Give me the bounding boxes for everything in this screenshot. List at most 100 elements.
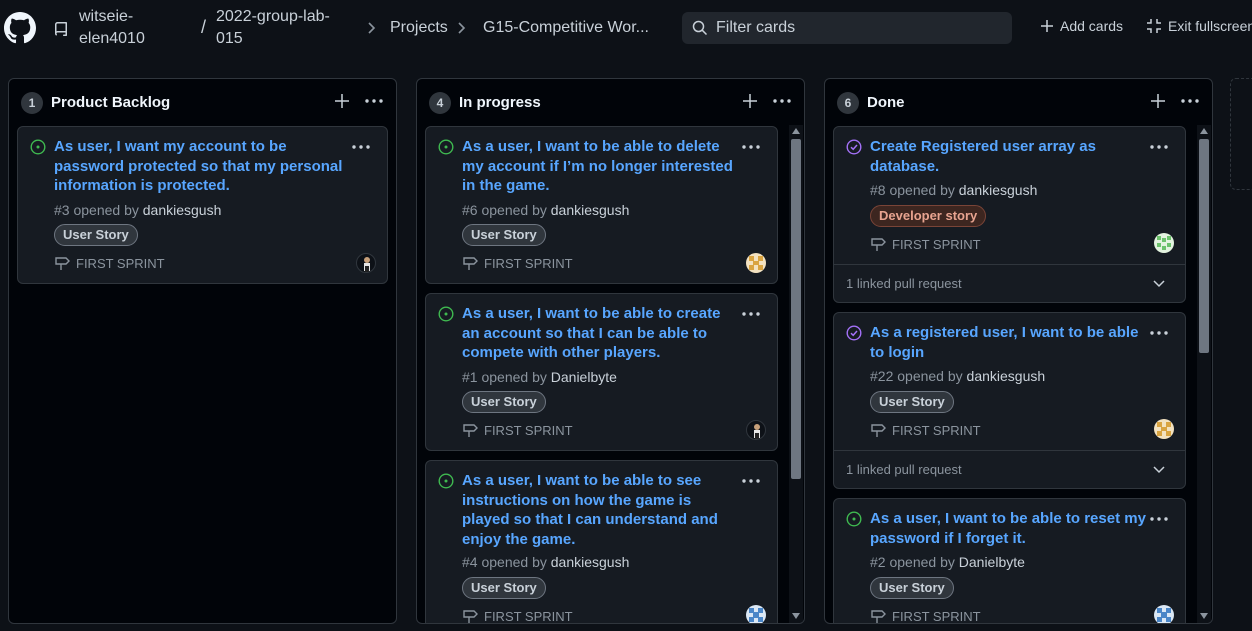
issue-author-link[interactable]: Danielbyte — [551, 369, 617, 385]
scroll-down-arrow-icon[interactable] — [792, 613, 800, 619]
column-header: 1 Product Backlog — [9, 79, 396, 125]
add-column-placeholder[interactable] — [1230, 78, 1252, 190]
search-icon — [692, 20, 708, 36]
card-more-options-icon[interactable] — [1148, 325, 1170, 341]
milestone[interactable]: FIRST SPRINT — [54, 255, 165, 271]
avatar-identicon-icon — [1157, 236, 1171, 250]
assignee-avatar[interactable] — [1154, 605, 1174, 623]
column-card-count: 1 — [21, 92, 43, 114]
milestone[interactable]: FIRST SPRINT — [462, 255, 573, 271]
linked-pull-request-toggle[interactable]: 1 linked pull request — [834, 264, 1185, 302]
add-card-plus-icon[interactable] — [334, 93, 350, 109]
milestone[interactable]: FIRST SPRINT — [870, 608, 981, 623]
column-more-options-icon[interactable] — [363, 93, 385, 109]
issue-author-link[interactable]: dankiesgush — [551, 554, 630, 570]
scroll-down-arrow-icon[interactable] — [1200, 613, 1208, 619]
issue-card[interactable]: As user, I want my account to be passwor… — [17, 126, 388, 284]
column-scrollbar[interactable] — [789, 125, 803, 623]
milestone-icon — [871, 610, 886, 623]
label-developer-story[interactable]: Developer story — [870, 205, 987, 227]
milestone-icon — [463, 424, 478, 437]
milestone[interactable]: FIRST SPRINT — [462, 608, 573, 623]
card-more-options-icon[interactable] — [1148, 511, 1170, 527]
label-user-story[interactable]: User Story — [54, 224, 138, 246]
opened-by-text: opened by — [897, 368, 963, 384]
filter-cards-input[interactable] — [716, 19, 996, 37]
issue-card[interactable]: As a user, I want to be able to reset my… — [833, 498, 1186, 623]
card-more-options-icon[interactable] — [740, 139, 762, 155]
assignee-avatar[interactable] — [746, 420, 766, 440]
issue-card[interactable]: As a user, I want to be able to create a… — [425, 293, 778, 451]
owner-link[interactable]: witseie-elen4010 — [79, 6, 189, 50]
scrollbar-thumb[interactable] — [1199, 139, 1209, 353]
issue-title-link[interactable]: As a registered user, I want to be able … — [870, 323, 1145, 362]
assignee-avatar[interactable] — [356, 253, 376, 273]
avatar-identicon-icon — [749, 256, 763, 270]
issue-card[interactable]: As a user, I want to be able to see inst… — [425, 460, 778, 623]
column-title: Done — [867, 94, 905, 111]
issue-title-link[interactable]: As a user, I want to be able to reset my… — [870, 509, 1150, 548]
label-user-story[interactable]: User Story — [462, 577, 546, 599]
milestone[interactable]: FIRST SPRINT — [870, 236, 981, 252]
issue-title-link[interactable]: Create Registered user array as database… — [870, 137, 1145, 176]
column-more-options-icon[interactable] — [771, 93, 793, 109]
avatar-person-icon — [364, 257, 370, 272]
scrollbar-thumb[interactable] — [791, 139, 801, 479]
label-user-story[interactable]: User Story — [462, 391, 546, 413]
issue-title-link[interactable]: As user, I want my account to be passwor… — [54, 137, 354, 196]
exit-fullscreen-button[interactable]: Exit fullscreen — [1146, 18, 1252, 34]
issue-author-link[interactable]: dankiesgush — [551, 202, 630, 218]
card-more-options-icon[interactable] — [740, 306, 762, 322]
issue-title-link[interactable]: As a user, I want to be able to create a… — [462, 304, 737, 363]
exit-fullscreen-label: Exit fullscreen — [1168, 18, 1252, 34]
opened-by-text: opened by — [889, 182, 955, 198]
repo-link[interactable]: 2022-group-lab-015 — [216, 6, 351, 50]
github-logo-icon[interactable] — [4, 12, 36, 44]
column-done: 6 Done Create Registered user array as d… — [824, 78, 1213, 624]
issue-meta: #1 opened by Danielbyte — [462, 369, 617, 385]
milestone-icon — [871, 424, 886, 437]
column-in-progress: 4 In progress As a user, I want to be ab… — [416, 78, 805, 624]
issue-card[interactable]: As a user, I want to be able to delete m… — [425, 126, 778, 284]
linked-pull-request-toggle[interactable]: 1 linked pull request — [834, 450, 1185, 488]
issue-number: #2 — [870, 554, 886, 570]
issue-author-link[interactable]: dankiesgush — [959, 182, 1038, 198]
repo-icon — [55, 22, 67, 36]
column-more-options-icon[interactable] — [1179, 93, 1201, 109]
issue-meta: #4 opened by dankiesgush — [462, 554, 629, 570]
issue-author-link[interactable]: Danielbyte — [959, 554, 1025, 570]
opened-by-text: opened by — [481, 202, 547, 218]
column-scrollbar[interactable] — [1197, 125, 1211, 623]
card-more-options-icon[interactable] — [350, 139, 372, 155]
opened-by-text: opened by — [481, 369, 547, 385]
assignee-avatar[interactable] — [746, 253, 766, 273]
scroll-up-arrow-icon[interactable] — [792, 128, 800, 134]
issue-author-link[interactable]: dankiesgush — [967, 368, 1046, 384]
filter-cards-field[interactable] — [682, 12, 1012, 44]
opened-by-text: opened by — [73, 202, 139, 218]
breadcrumb-projects[interactable]: Projects — [390, 19, 448, 37]
card-more-options-icon[interactable] — [740, 473, 762, 489]
milestone[interactable]: FIRST SPRINT — [870, 422, 981, 438]
milestone-icon — [871, 238, 886, 251]
add-card-plus-icon[interactable] — [1150, 93, 1166, 109]
card-more-options-icon[interactable] — [1148, 139, 1170, 155]
issue-author-link[interactable]: dankiesgush — [143, 202, 222, 218]
milestone[interactable]: FIRST SPRINT — [462, 422, 573, 438]
assignee-avatar[interactable] — [1154, 233, 1174, 253]
chevron-right-icon — [458, 22, 466, 34]
label-user-story[interactable]: User Story — [870, 577, 954, 599]
breadcrumb-project-name[interactable]: G15-Competitive Wor... — [483, 19, 649, 37]
label-user-story[interactable]: User Story — [462, 224, 546, 246]
issue-card[interactable]: As a registered user, I want to be able … — [833, 312, 1186, 489]
assignee-avatar[interactable] — [1154, 419, 1174, 439]
assignee-avatar[interactable] — [746, 605, 766, 623]
add-card-plus-icon[interactable] — [742, 93, 758, 109]
issue-title-link[interactable]: As a user, I want to be able to see inst… — [462, 471, 737, 549]
label-user-story[interactable]: User Story — [870, 391, 954, 413]
milestone-icon — [463, 610, 478, 623]
issue-card[interactable]: Create Registered user array as database… — [833, 126, 1186, 303]
scroll-up-arrow-icon[interactable] — [1200, 128, 1208, 134]
issue-title-link[interactable]: As a user, I want to be able to delete m… — [462, 137, 737, 196]
add-cards-button[interactable]: Add cards — [1040, 18, 1123, 34]
